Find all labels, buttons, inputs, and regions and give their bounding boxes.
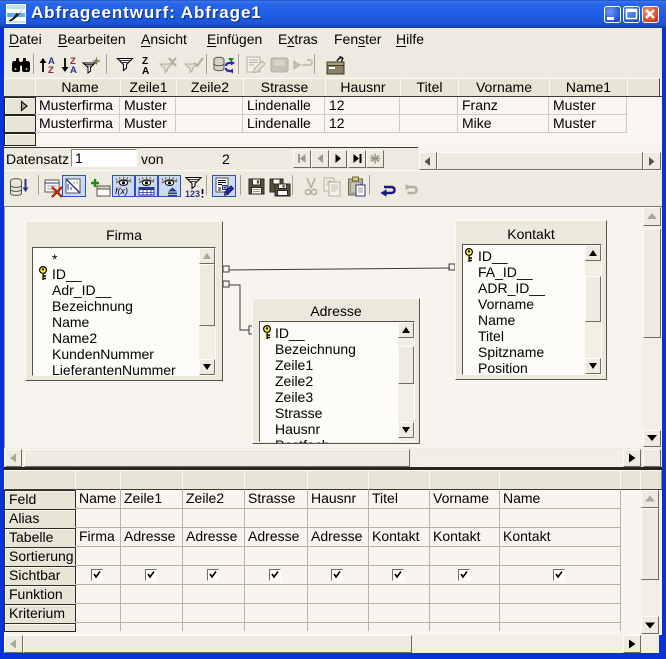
svg-text:Z: Z: [48, 65, 54, 74]
svg-text:123: 123: [185, 189, 200, 198]
svg-text:A: A: [70, 65, 77, 74]
svg-text:f(x): f(x): [115, 186, 128, 196]
svg-text:A: A: [142, 66, 149, 75]
